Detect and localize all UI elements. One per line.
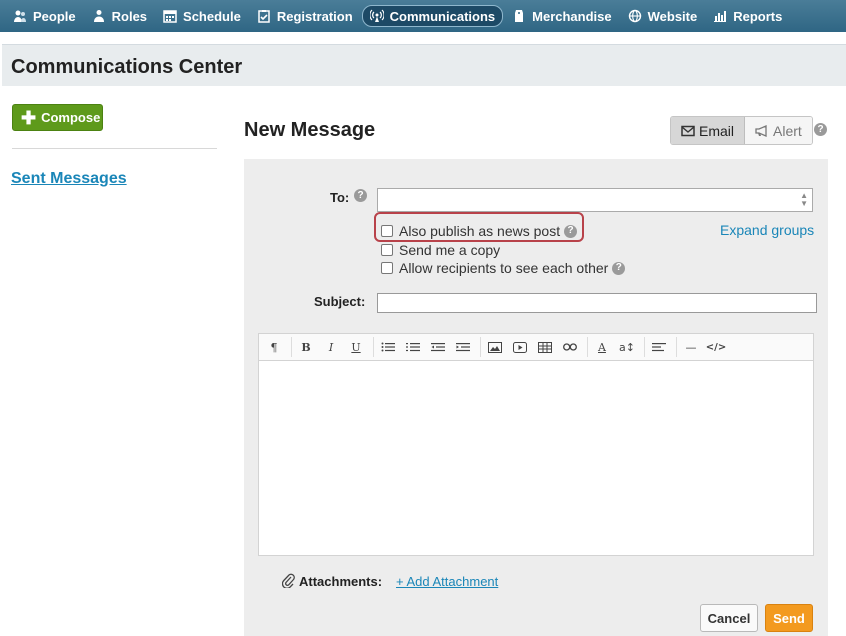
numbered-list-icon [406, 343, 420, 352]
nav-label-reports: Reports [733, 8, 783, 24]
nav-item-roles[interactable]: Roles [85, 5, 154, 27]
email-mode-label: Email [699, 122, 735, 139]
horizontal-rule-button[interactable]: — [680, 337, 702, 357]
sidebar-divider [12, 148, 217, 149]
roles-icon [92, 9, 106, 23]
nav-item-reports[interactable]: Reports [706, 5, 789, 27]
subject-label: Subject: [314, 294, 366, 309]
help-icon[interactable]: ? [814, 123, 827, 136]
nav-label-roles: Roles [111, 8, 148, 24]
bullet-list-button[interactable] [377, 337, 399, 357]
toolbar-separator [480, 337, 481, 357]
publish-news-checkbox[interactable] [381, 225, 393, 237]
insert-table-button[interactable] [534, 337, 556, 357]
new-message-title: New Message [244, 119, 376, 141]
nav-item-website[interactable]: Website [621, 5, 705, 27]
send-copy-checkbox[interactable] [381, 244, 393, 256]
code-view-button[interactable]: </> [705, 337, 727, 357]
send-copy-label: Send me a copy [399, 242, 501, 258]
editor-toolbar: ¶ B I U A a↕ — </> [258, 333, 814, 361]
allow-recipients-label: Allow recipients to see each other [399, 260, 609, 276]
insert-link-button[interactable] [559, 337, 581, 357]
outdent-icon [431, 343, 445, 352]
cancel-button[interactable]: Cancel [700, 604, 758, 632]
allow-recipients-help-icon[interactable]: ? [612, 261, 626, 275]
nav-item-registration[interactable]: Registration [250, 5, 360, 27]
top-nav: People Roles Schedule Registration Commu… [0, 0, 846, 32]
compose-label: Compose [41, 110, 101, 125]
message-mode-toggle: Email Alert [670, 116, 813, 145]
alert-mode-button[interactable]: Alert [745, 117, 812, 144]
paragraph-format-button[interactable]: ¶ [263, 337, 285, 357]
link-icon [563, 343, 577, 351]
send-button[interactable]: Send [765, 604, 813, 632]
compose-button[interactable]: ✚ Compose [12, 104, 103, 131]
table-icon [538, 341, 552, 353]
image-icon [488, 341, 502, 353]
to-label: To: [330, 190, 350, 205]
font-size-button[interactable]: a↕ [616, 337, 638, 357]
clipboard-check-icon [257, 9, 271, 23]
scroll-arrows-icon[interactable]: ▲ ▼ [800, 192, 808, 208]
toolbar-separator [373, 337, 374, 357]
nav-item-people[interactable]: People [6, 5, 83, 27]
expand-groups-link[interactable]: Expand groups [720, 222, 814, 238]
toolbar-separator [676, 337, 677, 357]
video-icon [513, 341, 527, 353]
people-icon [13, 9, 27, 23]
nav-item-communications[interactable]: Communications [361, 5, 504, 27]
alert-mode-label: Alert [773, 122, 802, 139]
message-body-editor[interactable] [258, 361, 814, 556]
insert-image-button[interactable] [484, 337, 506, 357]
calendar-icon [163, 9, 177, 23]
paperclip-icon [281, 573, 295, 591]
send-copy-option: Send me a copy [381, 242, 500, 258]
insert-video-button[interactable] [509, 337, 531, 357]
numbered-list-button[interactable] [402, 337, 424, 357]
add-attachment-link[interactable]: + Add Attachment [396, 574, 498, 589]
plus-icon: ✚ [21, 107, 37, 128]
nav-label-schedule: Schedule [183, 8, 241, 24]
subject-input[interactable] [377, 293, 817, 313]
toolbar-separator [644, 337, 645, 357]
to-help-icon[interactable]: ? [354, 189, 367, 202]
nav-label-communications: Communications [389, 8, 496, 24]
align-left-icon [652, 343, 666, 352]
to-recipients-input[interactable]: ▲ ▼ [377, 188, 813, 212]
nav-label-registration: Registration [276, 8, 353, 24]
globe-icon [628, 9, 642, 23]
nav-item-merchandise[interactable]: Merchandise [505, 5, 618, 27]
page-header: Communications Center [2, 44, 846, 86]
attachments-label: Attachments: [299, 574, 383, 589]
email-mode-button[interactable]: Email [671, 117, 746, 144]
nav-label-people: People [33, 8, 76, 24]
megaphone-icon [755, 124, 769, 137]
publish-news-option: Also publish as news post ? [381, 223, 578, 239]
sent-messages-link[interactable]: Sent Messages [11, 170, 127, 188]
allow-recipients-option: Allow recipients to see each other ? [381, 260, 626, 276]
toolbar-separator [291, 337, 292, 357]
underline-button[interactable]: U [345, 337, 367, 357]
nav-item-schedule[interactable]: Schedule [156, 5, 248, 27]
broadcast-icon [369, 9, 384, 23]
tag-icon [512, 9, 526, 23]
text-color-button[interactable]: A [591, 337, 613, 357]
toolbar-separator [587, 337, 588, 357]
publish-news-help-icon[interactable]: ? [564, 224, 578, 238]
envelope-icon [681, 125, 695, 137]
indent-icon [456, 343, 470, 352]
italic-button[interactable]: I [320, 337, 342, 357]
allow-recipients-checkbox[interactable] [381, 262, 393, 274]
align-button[interactable] [648, 337, 670, 357]
nav-label-merchandise: Merchandise [532, 8, 612, 24]
bold-button[interactable]: B [295, 337, 317, 357]
page-title: Communications Center [11, 56, 243, 78]
outdent-button[interactable] [427, 337, 449, 357]
indent-button[interactable] [452, 337, 474, 357]
publish-news-label: Also publish as news post [399, 223, 561, 239]
nav-label-website: Website [647, 8, 698, 24]
bullet-list-icon [381, 342, 395, 352]
bar-chart-icon [713, 9, 727, 23]
